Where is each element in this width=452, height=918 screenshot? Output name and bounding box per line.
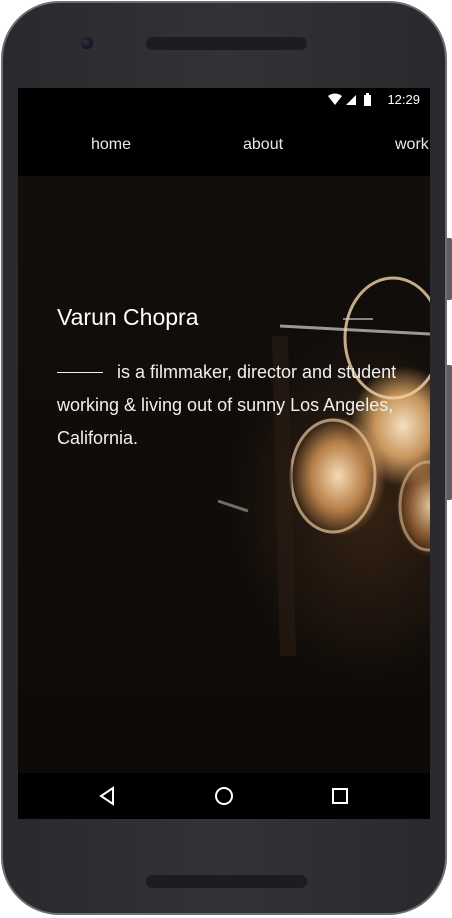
bottom-speaker (146, 875, 307, 888)
screen: 12:29 home about work Varun Chopra is a … (18, 88, 430, 819)
power-button[interactable] (447, 365, 452, 500)
intro-text: is a filmmaker, director and student wor… (57, 356, 430, 455)
intro-name: Varun Chopra (57, 304, 199, 330)
nav-item-home[interactable]: home (91, 136, 131, 154)
dash-divider (57, 371, 103, 373)
status-time: 12:29 (387, 92, 420, 107)
signal-icon (346, 95, 356, 105)
nav-item-about[interactable]: about (243, 136, 283, 154)
status-icons (328, 93, 371, 106)
front-camera (81, 37, 93, 49)
status-bar: 12:29 (18, 88, 430, 112)
intro-description: is a filmmaker, director and student wor… (57, 362, 397, 448)
volume-button[interactable] (447, 238, 452, 300)
wifi-icon (328, 93, 342, 105)
nav-item-work[interactable]: work (395, 136, 429, 154)
hero-background-video: Varun Chopra is a filmmaker, director an… (18, 176, 430, 773)
system-navigation-bar (18, 773, 430, 819)
home-icon[interactable] (214, 786, 234, 806)
site-navigation: home about work (18, 112, 430, 177)
battery-icon (364, 93, 371, 106)
back-icon[interactable] (98, 786, 118, 806)
stage-lights-image (217, 276, 430, 657)
recents-icon[interactable] (330, 786, 350, 806)
top-speaker (146, 37, 307, 50)
